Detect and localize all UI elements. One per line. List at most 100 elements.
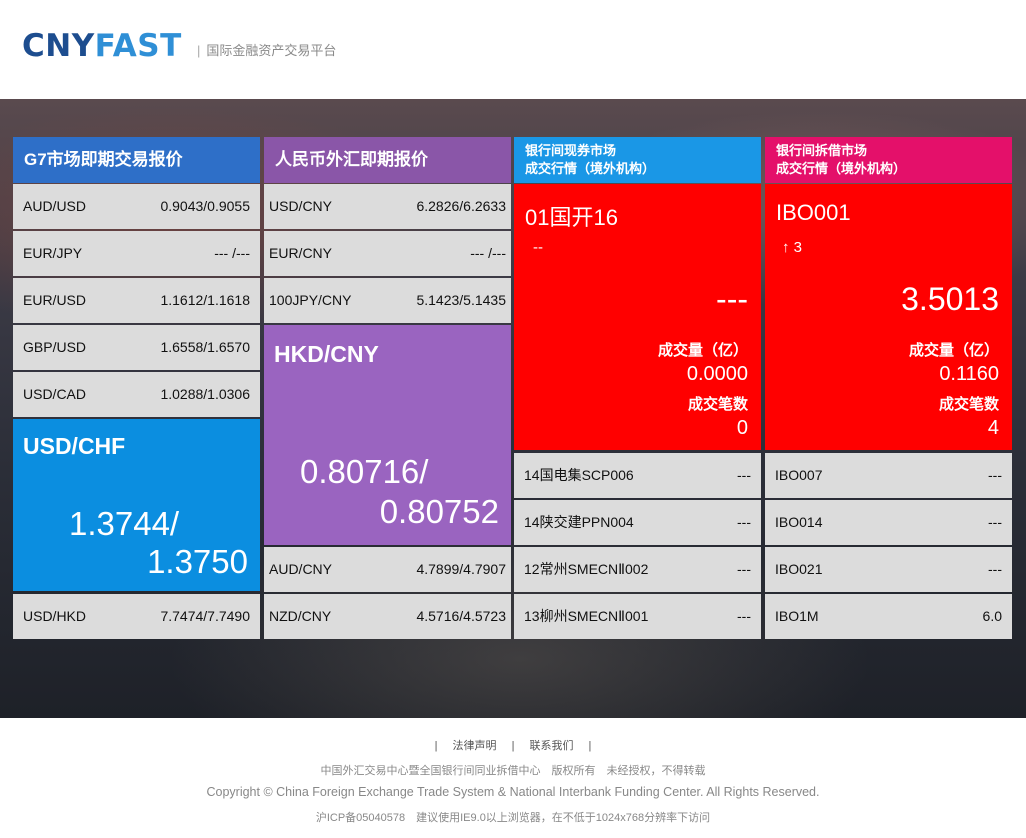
bond-change: -- bbox=[533, 239, 543, 256]
footer-divider: | bbox=[511, 740, 515, 752]
lending-market-panel: 银行间拆借市场 成交行情（境外机构） IBO001 ↑ 3 3.5013 成交量… bbox=[765, 137, 1012, 687]
quote-row[interactable]: USD/CAD 1.0288/1.0306 bbox=[13, 372, 260, 417]
lending-value: --- bbox=[988, 561, 1002, 577]
bond-name: 14陕交建PPN004 bbox=[524, 514, 634, 530]
lending-panel-title: 银行间拆借市场 成交行情（境外机构） bbox=[765, 137, 1012, 183]
pair-quote: --- /--- bbox=[470, 245, 506, 261]
lending-row[interactable]: IBO1M 6.0 bbox=[765, 594, 1012, 639]
quote-row[interactable]: 100JPY/CNY 5.1423/5.1435 bbox=[264, 278, 511, 323]
lending-name: IBO007 bbox=[775, 467, 823, 483]
quote-row[interactable]: EUR/USD 1.1612/1.1618 bbox=[13, 278, 260, 323]
bond-name: 13柳州SMECNⅡ001 bbox=[524, 608, 649, 624]
site-header: CNYFAST | 国际金融资产交易平台 bbox=[0, 0, 1026, 99]
quote-row[interactable]: EUR/JPY --- /--- bbox=[13, 231, 260, 276]
lending-title-line1: 银行间拆借市场 bbox=[776, 143, 868, 158]
lending-name: IBO1M bbox=[775, 608, 819, 624]
volume-label: 成交量（亿） bbox=[657, 342, 748, 359]
lending-change-value: 3 bbox=[793, 239, 803, 256]
pair-name: NZD/CNY bbox=[269, 608, 332, 624]
bond-name: 12常州SMECNⅡ002 bbox=[524, 561, 649, 577]
lending-row[interactable]: IBO014 --- bbox=[765, 500, 1012, 545]
lending-code: IBO001 bbox=[776, 200, 851, 225]
rmb-panel-title: 人民币外汇即期报价 bbox=[264, 137, 511, 183]
lending-name: IBO021 bbox=[775, 561, 823, 577]
pair-name: GBP/USD bbox=[23, 339, 87, 355]
arrow-up-icon: ↑ bbox=[782, 239, 790, 256]
pair-quote: 6.2826/6.2633 bbox=[416, 198, 506, 214]
footer-divider: | bbox=[434, 740, 438, 752]
pair-quote: 7.7474/7.7490 bbox=[160, 608, 250, 624]
pair-quote: 1.6558/1.6570 bbox=[160, 339, 250, 355]
pair-quote: --- /--- bbox=[214, 245, 250, 261]
quote-row[interactable]: NZD/CNY 4.5716/4.5723 bbox=[264, 594, 511, 639]
featured-quote-usdchf[interactable]: USD/CHF 1.3744/ 1.3750 bbox=[13, 419, 260, 591]
count-label: 成交笔数 bbox=[938, 396, 999, 413]
lending-row[interactable]: IBO021 --- bbox=[765, 547, 1012, 592]
bond-value: --- bbox=[737, 561, 751, 577]
lending-row[interactable]: IBO007 --- bbox=[765, 453, 1012, 498]
lending-value: --- bbox=[988, 467, 1002, 483]
bond-value: --- bbox=[737, 608, 751, 624]
quote-row[interactable]: EUR/CNY --- /--- bbox=[264, 231, 511, 276]
lending-value: --- bbox=[988, 514, 1002, 530]
lending-value: 6.0 bbox=[982, 608, 1002, 624]
lending-change: ↑ 3 bbox=[782, 239, 802, 256]
pair-name: 100JPY/CNY bbox=[269, 292, 352, 308]
bond-row[interactable]: 14国电集SCP006 --- bbox=[514, 453, 761, 498]
featured-ask: 1.3750 bbox=[147, 543, 248, 580]
lending-title-line2: 成交行情（境外机构） bbox=[776, 161, 907, 176]
bond-value: --- bbox=[737, 514, 751, 530]
featured-bid: 0.80716/ bbox=[300, 453, 429, 490]
footer-org-line: 中国外汇交易中心暨全国银行间同业拆借中心 版权所有 未经授权，不得转载 bbox=[320, 765, 706, 777]
logo-text-cny: CNY bbox=[22, 28, 95, 64]
bond-rate: --- bbox=[716, 281, 748, 317]
logo-text-fast: FAST bbox=[94, 28, 182, 64]
site-footer: | 法律声明 | 联系我们 | 中国外汇交易中心暨全国银行间同业拆借中心 版权所… bbox=[0, 718, 1026, 838]
featured-lending-quote[interactable]: IBO001 ↑ 3 3.5013 成交量（亿） 0.1160 成交笔数 4 bbox=[765, 184, 1012, 450]
bond-row[interactable]: 12常州SMECNⅡ002 --- bbox=[514, 547, 761, 592]
featured-pair-name: USD/CHF bbox=[23, 433, 126, 459]
quote-row[interactable]: USD/HKD 7.7474/7.7490 bbox=[13, 594, 260, 639]
pair-name: EUR/CNY bbox=[269, 245, 333, 261]
bond-title-line1: 银行间现券市场 bbox=[525, 143, 617, 158]
pair-name: EUR/USD bbox=[23, 292, 87, 308]
pair-name: USD/CAD bbox=[23, 386, 87, 402]
bond-value: --- bbox=[737, 467, 751, 483]
quote-row[interactable]: USD/CNY 6.2826/6.2633 bbox=[264, 184, 511, 229]
featured-quote-hkdcny[interactable]: HKD/CNY 0.80716/ 0.80752 bbox=[264, 325, 511, 545]
count-label: 成交笔数 bbox=[687, 396, 748, 413]
bond-panel-title: 银行间现券市场 成交行情（境外机构） bbox=[514, 137, 761, 183]
quote-row[interactable]: GBP/USD 1.6558/1.6570 bbox=[13, 325, 260, 370]
site-logo[interactable]: CNYFAST bbox=[22, 27, 182, 65]
footer-divider: | bbox=[588, 740, 592, 752]
volume-value: 0.0000 bbox=[686, 363, 748, 385]
quote-row[interactable]: AUD/USD 0.9043/0.9055 bbox=[13, 184, 260, 229]
bond-title-line2: 成交行情（境外机构） bbox=[525, 161, 656, 176]
quote-row[interactable]: AUD/CNY 4.7899/4.7907 bbox=[264, 547, 511, 592]
featured-bond-quote[interactable]: 01国开16 -- --- 成交量（亿） 0.0000 成交笔数 0 bbox=[514, 184, 761, 450]
pair-quote: 1.1612/1.1618 bbox=[160, 292, 250, 308]
tagline-separator: | bbox=[197, 43, 201, 58]
volume-value: 0.1160 bbox=[939, 363, 999, 385]
site-tagline: | 国际金融资产交易平台 bbox=[197, 43, 336, 59]
g7-spot-panel: G7市场即期交易报价 AUD/USD 0.9043/0.9055 EUR/JPY… bbox=[13, 137, 260, 687]
pair-quote: 1.0288/1.0306 bbox=[160, 386, 250, 402]
tagline-text: 国际金融资产交易平台 bbox=[206, 43, 337, 58]
featured-pair-name: HKD/CNY bbox=[274, 341, 379, 367]
featured-bid: 1.3744/ bbox=[69, 505, 180, 542]
pair-quote: 4.5716/4.5723 bbox=[416, 608, 506, 624]
footer-icp-line: 沪ICP备05040578 建议使用IE9.0以上浏览器，在不低于1024x76… bbox=[315, 812, 711, 824]
pair-quote: 0.9043/0.9055 bbox=[160, 198, 250, 214]
count-value: 0 bbox=[736, 417, 748, 439]
bond-row[interactable]: 14陕交建PPN004 --- bbox=[514, 500, 761, 545]
pair-quote: 4.7899/4.7907 bbox=[416, 561, 506, 577]
legal-notice-link[interactable]: 法律声明 bbox=[453, 740, 497, 752]
pair-name: AUD/CNY bbox=[269, 561, 333, 577]
footer-copyright: Copyright © China Foreign Exchange Trade… bbox=[206, 785, 820, 799]
bond-row[interactable]: 13柳州SMECNⅡ001 --- bbox=[514, 594, 761, 639]
bond-code: 01国开16 bbox=[525, 205, 618, 230]
pair-name: EUR/JPY bbox=[23, 245, 83, 261]
pair-name: USD/HKD bbox=[23, 608, 87, 624]
lending-name: IBO014 bbox=[775, 514, 823, 530]
contact-us-link[interactable]: 联系我们 bbox=[529, 740, 573, 752]
